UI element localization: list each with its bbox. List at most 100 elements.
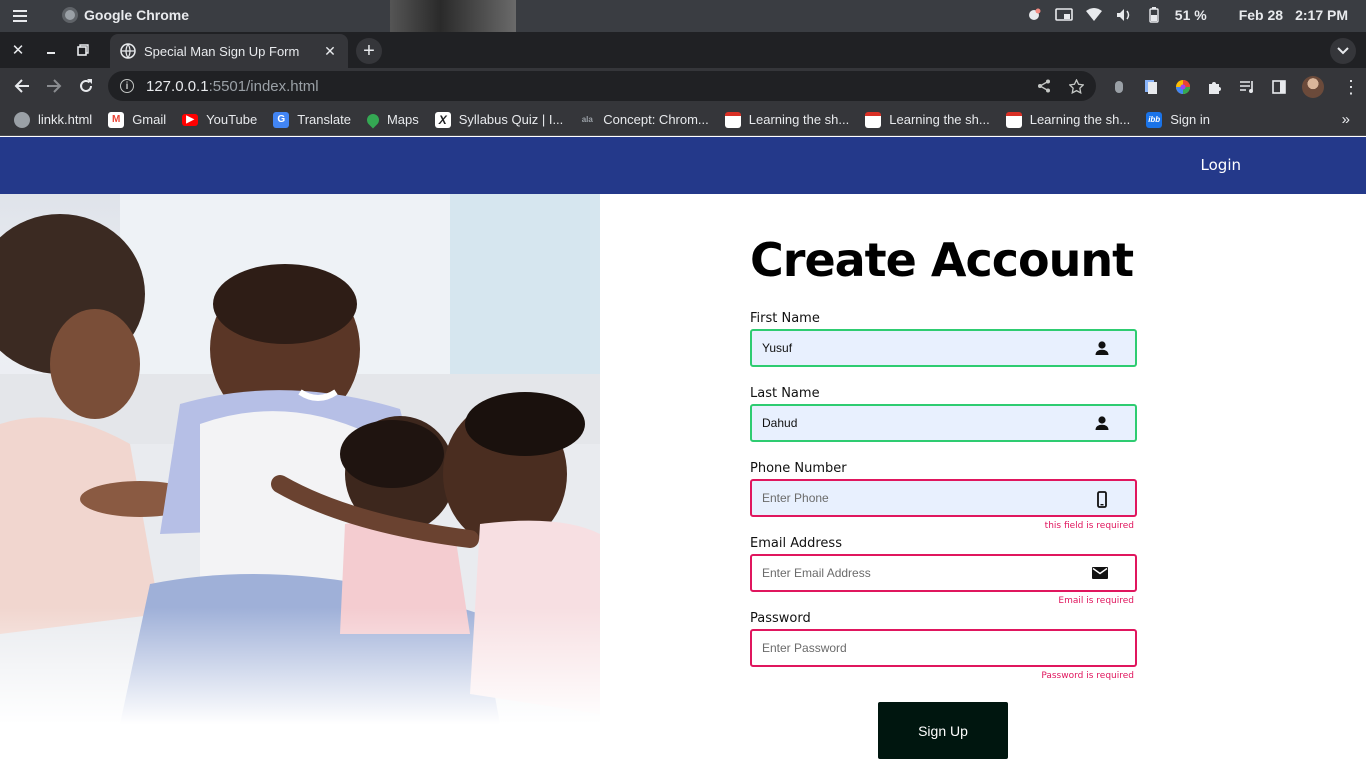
first-name-field: First Name	[750, 311, 1137, 386]
bookmark-label: Sign in	[1170, 112, 1210, 127]
bookmark-item[interactable]: Learning the sh...	[724, 111, 850, 128]
media-control-icon[interactable]	[1238, 78, 1256, 96]
side-panel-icon[interactable]	[1270, 78, 1288, 96]
phone-label: Phone Number	[750, 461, 847, 476]
extension-docs-icon[interactable]	[1142, 78, 1160, 96]
first-name-label: First Name	[750, 311, 820, 326]
url-host: 127.0.0.1	[146, 77, 209, 95]
phone-input[interactable]	[752, 491, 1072, 505]
bookmark-item[interactable]: Maps	[364, 111, 419, 128]
extension-color-icon[interactable]	[1174, 78, 1192, 96]
phone-field: Phone Number this field is required	[750, 461, 1137, 536]
login-link[interactable]: Login	[1201, 156, 1241, 174]
bookmark-item[interactable]: Learning the sh...	[865, 111, 990, 128]
new-tab-button[interactable]: +	[356, 38, 382, 64]
last-name-label: Last Name	[750, 386, 820, 401]
email-input[interactable]	[752, 566, 1072, 580]
family-hero-image	[0, 194, 600, 724]
reload-icon[interactable]	[75, 75, 97, 97]
extensions-puzzle-icon[interactable]	[1206, 78, 1224, 96]
last-name-field: Last Name	[750, 386, 1137, 461]
tab-active[interactable]: Special Man Sign Up Form ✕	[110, 34, 348, 68]
bookmark-label: Syllabus Quiz | I...	[458, 112, 564, 127]
battery-percent: 51 %	[1174, 7, 1207, 23]
password-box	[750, 629, 1137, 667]
extensions-area: ⋮	[1110, 76, 1360, 98]
bookmark-label: Learning the sh...	[1029, 112, 1131, 127]
email-label: Email Address	[750, 536, 842, 551]
close-window-icon[interactable]: ✕	[8, 40, 28, 60]
minimize-window-icon[interactable]	[41, 40, 61, 60]
notification-icon[interactable]	[1025, 6, 1043, 24]
restore-window-icon[interactable]	[73, 40, 93, 60]
wallpaper-fragment	[390, 0, 516, 32]
youtube-icon: ▶	[182, 113, 199, 126]
document-icon	[724, 111, 741, 128]
ibb-icon: ibb	[1146, 111, 1163, 128]
browser-toolbar: i 127.0.0.1:5501/index.html ⋮	[0, 68, 1366, 104]
system-tray[interactable]: 51 % Feb 28 2:17 PM	[1025, 6, 1348, 24]
back-icon[interactable]	[11, 75, 33, 97]
os-status-bar: Google Chrome 51 % Feb 28 2:17 PM	[0, 0, 1366, 32]
forward-icon[interactable]	[43, 75, 65, 97]
profile-avatar[interactable]	[1302, 76, 1324, 98]
bookmark-label: Gmail	[132, 112, 167, 127]
bookmark-item[interactable]: ibb Sign in	[1146, 111, 1210, 128]
volume-icon[interactable]	[1115, 6, 1133, 24]
gmail-icon: M	[108, 111, 125, 128]
site-info-icon[interactable]: i	[120, 79, 134, 93]
bookmark-label: linkk.html	[38, 112, 93, 127]
url-path: :5501/index.html	[208, 77, 319, 95]
bookmarks-overflow-icon[interactable]: »	[1342, 111, 1350, 128]
bookmark-label: Translate	[297, 112, 351, 127]
wifi-icon[interactable]	[1085, 6, 1103, 24]
share-icon[interactable]	[1037, 79, 1051, 93]
first-name-box	[750, 329, 1137, 367]
extension-mouse-icon[interactable]	[1110, 78, 1128, 96]
bookmark-item[interactable]: ala Concept: Chrom...	[579, 112, 709, 128]
cast-icon[interactable]	[1054, 6, 1073, 24]
bookmark-label: Learning the sh...	[889, 112, 990, 127]
browser-menu-icon[interactable]: ⋮	[1342, 77, 1360, 98]
first-name-input[interactable]	[752, 341, 1072, 355]
bookmarks-bar: linkk.html M Gmail ▶ YouTube G Translate…	[0, 104, 1366, 136]
time-text[interactable]: 2:17 PM	[1295, 7, 1348, 23]
password-label: Password	[750, 611, 811, 626]
web-page: Login Create Account First Name Yusuf La…	[0, 137, 1366, 768]
password-error: Password is required	[1041, 671, 1134, 681]
email-error: Email is required	[1058, 596, 1134, 606]
password-field: Password Password is required	[750, 611, 1137, 686]
tab-strip: ✕ Special Man Sign Up Form ✕ +	[0, 32, 1366, 68]
globe-icon	[14, 111, 30, 128]
phone-error: this field is required	[1044, 521, 1134, 531]
password-input[interactable]	[752, 641, 1072, 655]
bookmark-label: Maps	[386, 112, 419, 127]
email-box	[750, 554, 1137, 592]
date-text: Feb 28	[1238, 7, 1284, 23]
bookmark-label: Learning the sh...	[748, 112, 850, 127]
document-icon	[865, 111, 882, 128]
address-bar[interactable]: i 127.0.0.1:5501/index.html	[108, 71, 1096, 101]
battery-icon[interactable]	[1145, 6, 1163, 24]
last-name-input[interactable]	[752, 416, 1072, 430]
last-name-box	[750, 404, 1137, 442]
tab-close-icon[interactable]: ✕	[322, 43, 338, 60]
tab-search-icon[interactable]	[1330, 38, 1356, 64]
bookmark-item[interactable]: M Gmail	[108, 111, 167, 128]
site-navbar: Login	[0, 137, 1366, 194]
bookmark-item[interactable]: G Translate	[273, 111, 351, 128]
launcher-icon[interactable]	[10, 6, 30, 26]
chrome-icon	[62, 7, 78, 23]
bookmark-item[interactable]: Learning the sh...	[1005, 111, 1131, 128]
bookmark-item[interactable]: ▶ YouTube	[182, 112, 257, 127]
page-title: Create Account	[750, 233, 1134, 287]
x-logo-icon: X	[434, 111, 451, 128]
mail-icon	[1092, 567, 1108, 579]
globe-icon	[120, 43, 136, 59]
email-field: Email Address Email is required	[750, 536, 1137, 611]
bookmark-item[interactable]: linkk.html	[14, 111, 93, 128]
bookmark-item[interactable]: X Syllabus Quiz | I...	[434, 111, 564, 128]
bookmark-label: Concept: Chrom...	[603, 112, 709, 127]
sign-up-button[interactable]: Sign Up	[878, 702, 1008, 759]
bookmark-star-icon[interactable]	[1069, 78, 1084, 94]
